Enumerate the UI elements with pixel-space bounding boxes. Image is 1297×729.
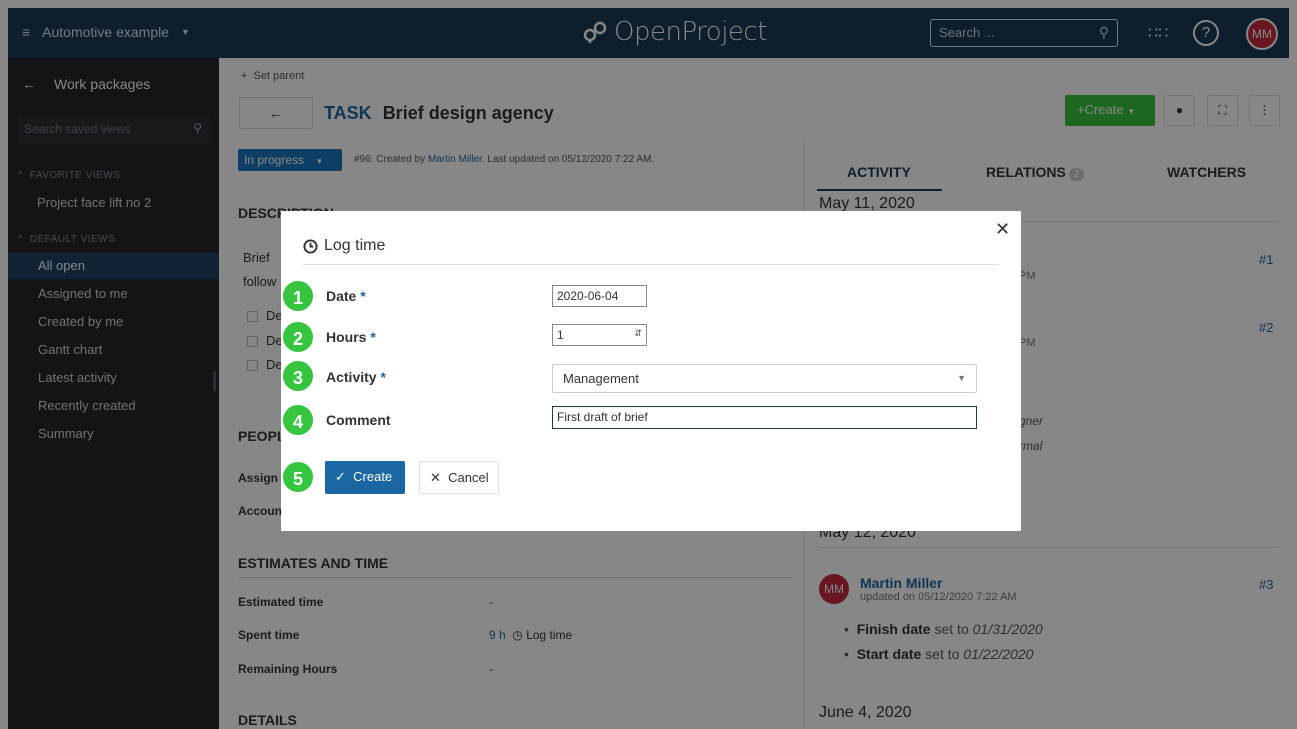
chevron-down-icon: ▼ [957, 373, 966, 383]
close-icon: ✕ [430, 470, 441, 485]
comment-field[interactable]: First draft of brief [552, 406, 977, 429]
close-icon[interactable]: ✕ [995, 219, 1010, 240]
spinner-arrows-icon[interactable]: ⇵ [634, 328, 642, 339]
step-marker: 5 [281, 460, 315, 494]
checkmark-icon: ✓ [335, 469, 346, 484]
create-button[interactable]: ✓ Create [325, 461, 405, 494]
date-label: Date * [326, 288, 366, 304]
activity-label: Activity * [326, 369, 386, 385]
cancel-button[interactable]: ✕ Cancel [419, 461, 499, 494]
activity-select[interactable]: Management ▼ [552, 364, 977, 393]
step-marker: 3 [281, 359, 315, 393]
modal-divider [303, 264, 999, 265]
clock-icon [303, 238, 318, 254]
comment-label: Comment [326, 412, 391, 428]
log-time-modal: Log time ✕ 1 Date * 2020-06-04 2 Hours *… [281, 211, 1021, 531]
date-field[interactable]: 2020-06-04 [552, 285, 647, 307]
step-marker: 4 [281, 403, 315, 437]
step-marker: 1 [281, 279, 315, 313]
step-marker: 2 [281, 320, 315, 354]
hours-stepper[interactable]: 1 ⇵ [552, 324, 647, 346]
hours-label: Hours * [326, 329, 376, 345]
modal-title: Log time [303, 237, 385, 255]
